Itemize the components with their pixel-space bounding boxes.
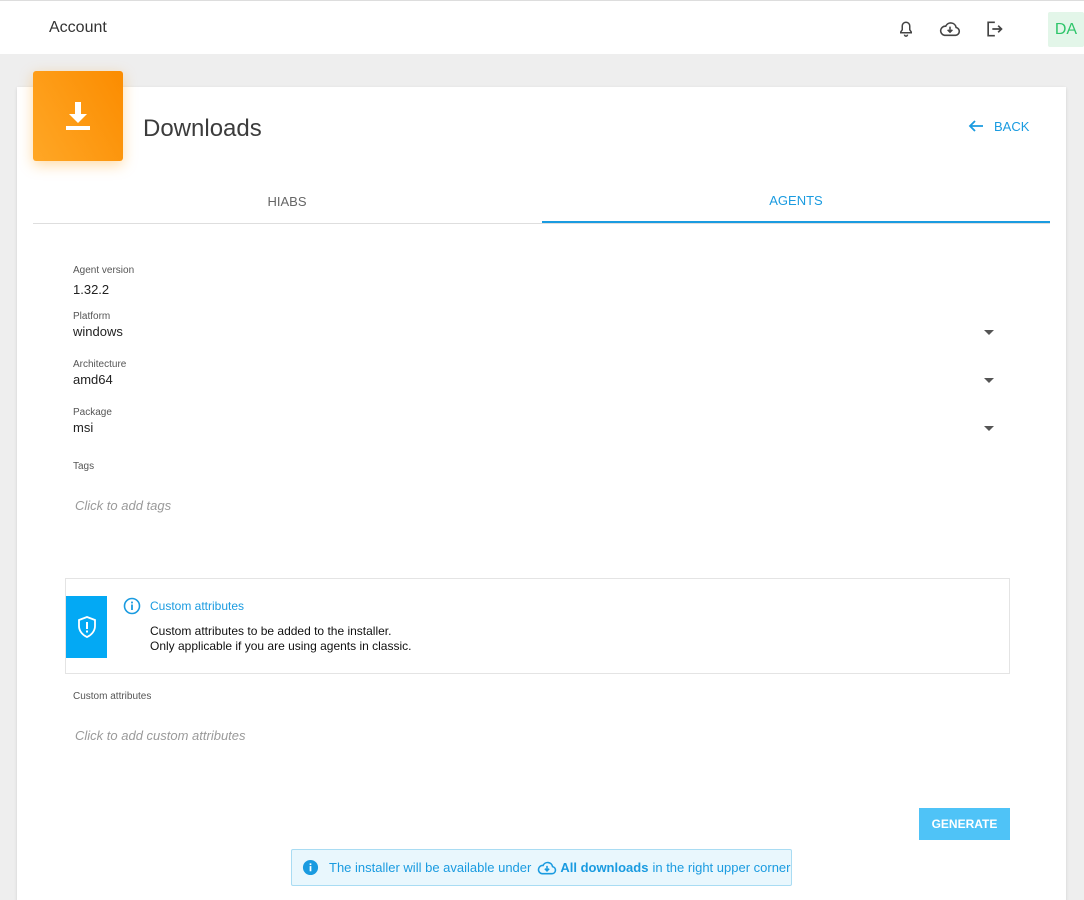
info-box-line-2: Only applicable if you are using agents …	[150, 639, 412, 653]
package-chevron-down-icon[interactable]	[984, 426, 994, 431]
architecture-label: Architecture	[73, 359, 127, 370]
custom-attributes-label: Custom attributes	[73, 691, 152, 702]
logout-icon[interactable]	[983, 18, 1005, 40]
download-icon	[66, 102, 90, 130]
architecture-chevron-down-icon[interactable]	[984, 378, 994, 383]
installer-notice: The installer will be available under Al…	[291, 849, 792, 886]
info-box-title: Custom attributes	[150, 599, 245, 613]
info-circle-icon	[123, 597, 141, 620]
account-title: Account	[49, 19, 107, 36]
bell-icon[interactable]	[895, 18, 917, 40]
back-label: BACK	[994, 118, 1030, 134]
tab-hiabs[interactable]: HIABS	[33, 180, 541, 223]
cloud-download-icon	[537, 860, 557, 876]
cloud-download-icon[interactable]	[939, 18, 961, 40]
shield-icon	[77, 616, 96, 638]
platform-chevron-down-icon[interactable]	[984, 330, 994, 335]
arrow-left-icon	[968, 120, 983, 132]
architecture-select[interactable]: amd64	[73, 372, 113, 387]
custom-attributes-info-box: Custom attributes Custom attributes to b…	[65, 578, 1010, 674]
tags-label: Tags	[73, 461, 95, 472]
tab-bar: HIABS AGENTS	[33, 180, 1050, 224]
info-filled-icon	[302, 859, 319, 876]
avatar[interactable]: DA	[1048, 12, 1084, 47]
tab-agents[interactable]: AGENTS	[542, 180, 1050, 223]
custom-attributes-input[interactable]: Click to add custom attributes	[75, 728, 246, 743]
info-side-bar	[66, 596, 107, 658]
info-box-text: Custom attributes to be added to the ins…	[150, 624, 411, 654]
info-box-line-1: Custom attributes to be added to the ins…	[150, 624, 392, 638]
all-downloads-link[interactable]: All downloads	[560, 860, 648, 875]
package-label: Package	[73, 407, 112, 418]
generate-button[interactable]: GENERATE	[919, 808, 1010, 840]
platform-select[interactable]: windows	[73, 324, 123, 339]
back-button[interactable]: BACK	[968, 118, 1029, 134]
top-bar: Account DA	[0, 0, 1084, 54]
page-title: Downloads	[143, 115, 262, 142]
agent-version-label: Agent version	[73, 265, 135, 276]
download-badge	[33, 71, 123, 161]
package-select[interactable]: msi	[73, 420, 93, 435]
notice-suffix: in the right upper corner	[652, 860, 791, 875]
notice-prefix: The installer will be available under	[329, 860, 532, 875]
platform-label: Platform	[73, 311, 111, 322]
agent-version-value: 1.32.2	[73, 282, 110, 297]
tags-input[interactable]: Click to add tags	[75, 498, 171, 513]
